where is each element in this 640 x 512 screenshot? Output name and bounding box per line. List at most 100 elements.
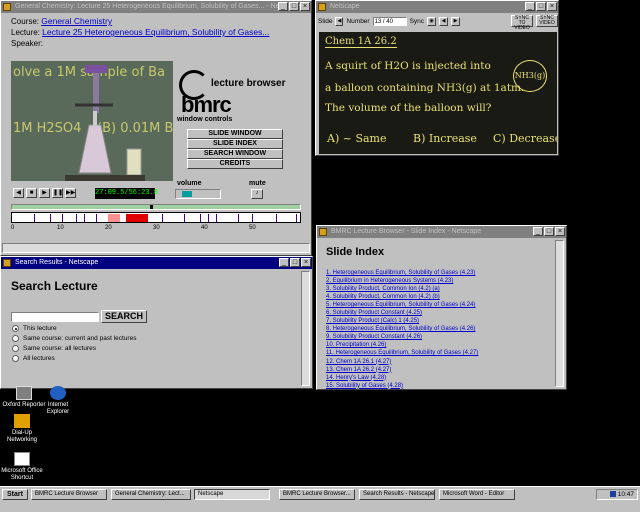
taskbar-item[interactable]: BMRC Lecture Browser... — [279, 489, 355, 500]
volume-slider[interactable] — [175, 189, 221, 199]
taskbar-item[interactable]: General Chemistry: Lect... — [111, 489, 191, 500]
slide-marker[interactable] — [96, 214, 97, 222]
volume-thumb[interactable] — [182, 191, 192, 197]
number-label: Number — [346, 17, 370, 25]
slide-markers-strip[interactable] — [11, 212, 301, 223]
search-input[interactable] — [11, 312, 99, 322]
scale-label: 30 — [153, 225, 160, 231]
slide-index-link[interactable]: 4. Solubility Product, Common Ion (4.2) … — [326, 293, 546, 301]
index-window-title: BMRC Lecture Browser - Slide Index - Net… — [331, 228, 482, 235]
slide-marker[interactable] — [276, 214, 277, 222]
slide-index-link[interactable]: 6. Solubility Product Constant (4.25) — [326, 309, 546, 317]
search-titlebar[interactable]: Search Results - Netscape _ □ × — [1, 257, 312, 269]
close-button[interactable]: × — [300, 2, 310, 11]
search-button[interactable]: SEARCH — [101, 310, 147, 323]
slide-marker[interactable] — [162, 214, 163, 222]
scope-option-all[interactable]: All lectures — [12, 355, 55, 362]
scope-option-current-past[interactable]: Same course: current and past lectures — [12, 335, 136, 342]
horizontal-scrollbar[interactable] — [2, 243, 310, 253]
taskbar-item[interactable]: Microsoft Word - Editor — [439, 489, 515, 500]
index-titlebar[interactable]: BMRC Lecture Browser - Slide Index - Net… — [317, 226, 566, 238]
credits-button[interactable]: CREDITS — [187, 159, 283, 169]
slide-window-button[interactable]: SLIDE WINDOW — [187, 129, 283, 139]
maximize-button[interactable]: □ — [536, 2, 546, 11]
lecture-titlebar[interactable]: General Chemistry: Lecture 25 Heterogene… — [1, 1, 311, 13]
next-icon[interactable]: ▶ — [451, 16, 461, 26]
radio[interactable] — [12, 345, 19, 352]
slide-index-link[interactable]: 10. Precipitation (4.26) — [326, 341, 546, 349]
scale-label: 20 — [105, 225, 112, 231]
prev-slide-icon[interactable]: ◀ — [335, 16, 344, 26]
stop-icon[interactable]: ■ — [26, 188, 37, 198]
maximize-button[interactable]: □ — [289, 2, 299, 11]
slide-marker[interactable] — [252, 214, 253, 222]
start-button[interactable]: Start — [2, 489, 28, 500]
slide-marker[interactable] — [296, 214, 297, 222]
vertical-scrollbar[interactable] — [555, 240, 564, 387]
pause-icon[interactable]: ▶ — [39, 188, 50, 198]
slide-marker[interactable] — [84, 214, 85, 222]
radio[interactable] — [12, 355, 19, 362]
sync-video-button[interactable]: SYNC VIDEO — [536, 15, 558, 27]
slide-index-link[interactable]: 15. Solubility of Gases (4.28) — [326, 382, 546, 389]
slide-index-link[interactable]: 9. Solubility Product Constant (4.26) — [326, 333, 546, 341]
radio-selected[interactable] — [12, 325, 19, 332]
slide-marker[interactable] — [208, 214, 209, 222]
scope-option-this-lecture[interactable]: This lecture — [12, 325, 57, 332]
slide-label: Slide — [318, 17, 333, 25]
taskbar-item[interactable]: Search Results - Netscape — [359, 489, 435, 500]
playhead[interactable] — [150, 205, 153, 209]
slide-marker[interactable] — [76, 214, 77, 222]
video-player[interactable]: olve a 1M sample of Ba 1M H2SO4 (B) 0.01… — [11, 61, 173, 181]
close-button[interactable]: × — [301, 258, 311, 267]
desktop-icon-office[interactable]: Microsoft Office Shortcut — [0, 452, 44, 482]
radio[interactable] — [12, 335, 19, 342]
desktop-icon-dial-up[interactable]: Dial-Up Networking — [0, 414, 44, 444]
slide-titlebar[interactable]: Netscape _ □ × — [316, 1, 558, 13]
minimize-button[interactable]: _ — [525, 2, 535, 11]
slide-marker[interactable] — [216, 214, 217, 222]
slide-index-link[interactable]: 3. Solubility Product, Common Ion (4.2) … — [326, 285, 546, 293]
slide-index-link[interactable]: 13. Chem 1A 26.2 (4.27) — [326, 366, 546, 374]
slide-marker[interactable] — [184, 214, 185, 222]
search-window-button[interactable]: SEARCH WINDOW — [187, 149, 283, 159]
course-link[interactable]: General Chemistry — [41, 16, 112, 26]
sync-to-video-button[interactable]: SYNC TO VIDEO — [511, 15, 533, 31]
sync-toggle-icon[interactable]: ◉ — [427, 16, 437, 26]
maximize-button[interactable]: □ — [544, 227, 554, 236]
slide-index-link[interactable]: 12. Chem 1A 26.1 (4.27) — [326, 358, 546, 366]
maximize-button[interactable]: □ — [290, 258, 300, 267]
scope-option-same-course[interactable]: Same course: all lectures — [12, 345, 96, 352]
play-icon[interactable]: ◀ — [13, 188, 24, 198]
slide-index-button[interactable]: SLIDE INDEX — [187, 139, 283, 149]
slide-marker[interactable] — [50, 214, 51, 222]
slide-marker[interactable] — [62, 214, 63, 222]
slide-marker[interactable] — [34, 214, 35, 222]
slide-marker[interactable] — [238, 214, 239, 222]
close-button[interactable]: × — [555, 227, 565, 236]
prev-icon[interactable]: ◀ — [439, 16, 449, 26]
desktop-icon-internet-explorer[interactable]: Internet Explorer — [36, 386, 80, 416]
mute-button[interactable]: ♪ — [251, 189, 263, 199]
slide-index-link[interactable]: 8. Heterogeneous Equilibrium, Solubility… — [326, 325, 546, 333]
slide-index-link[interactable]: 7. Solubility Product (Calc) 1 (4.25) — [326, 317, 546, 325]
taskbar-item[interactable]: Netscape — [194, 489, 270, 500]
tray-app-icon[interactable] — [609, 491, 616, 498]
close-button[interactable]: × — [547, 2, 557, 11]
slide-index-link[interactable]: 2. Equilibrium in Heterogeneous Systems … — [326, 277, 546, 285]
fast-forward-icon[interactable]: ❚❚ — [52, 188, 63, 198]
slide-index-link[interactable]: 14. Henry's Law (4.28) — [326, 374, 546, 382]
slide-index-link[interactable]: 1. Heterogeneous Equilibrium, Solubility… — [326, 269, 546, 277]
slide-number-field[interactable]: 13 / 40 — [372, 16, 407, 26]
lecture-link[interactable]: Lecture 25 Heterogeneous Equilibrium, So… — [42, 27, 269, 37]
minimize-button[interactable]: _ — [533, 227, 543, 236]
slide-index-link[interactable]: 5. Heterogeneous Equilibrium, Solubility… — [326, 301, 546, 309]
minimize-button[interactable]: _ — [279, 258, 289, 267]
slide-index-link[interactable]: 11. Heterogeneous Equilibrium, Solubilit… — [326, 349, 546, 357]
skip-icon[interactable]: ▶▶ — [65, 188, 76, 198]
minimize-button[interactable]: _ — [278, 2, 288, 11]
slide-marker[interactable] — [200, 214, 201, 222]
playback-timeline[interactable] — [11, 204, 301, 210]
taskbar-item[interactable]: BMRC Lecture Browser — [31, 489, 107, 500]
vertical-scrollbar[interactable] — [301, 271, 310, 386]
